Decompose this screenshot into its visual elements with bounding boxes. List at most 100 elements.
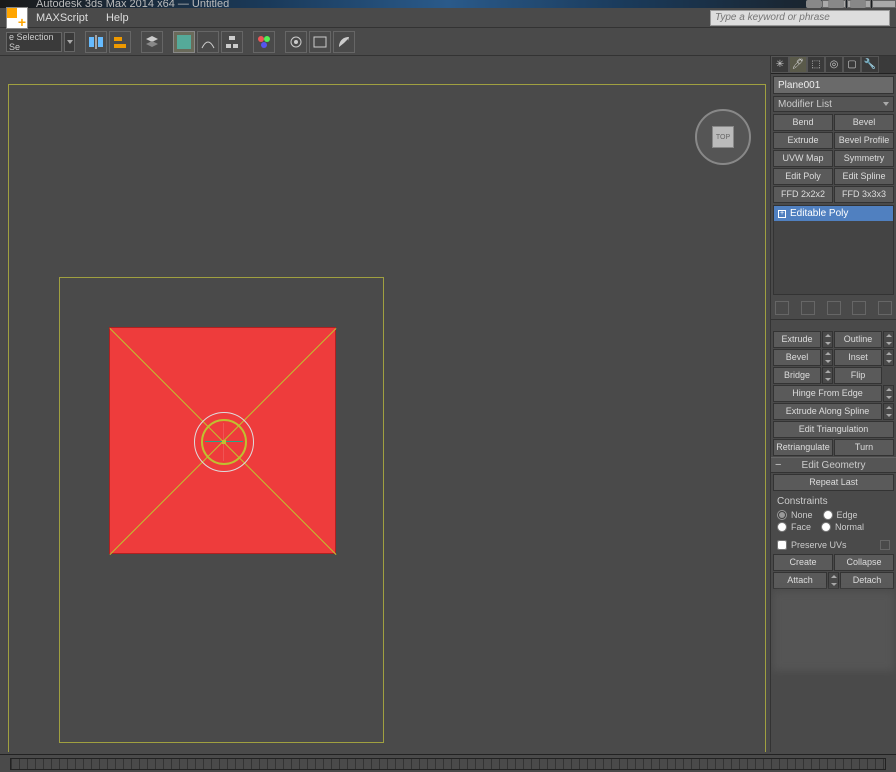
schematic-view-icon[interactable] (221, 31, 243, 53)
poly-row-2: Bevel Inset (773, 349, 894, 366)
modifier-uvwmap-button[interactable]: UVW Map (773, 150, 833, 167)
hierarchy-tab-icon[interactable]: ⬚ (807, 56, 825, 73)
layers-icon[interactable] (141, 31, 163, 53)
create-tab-icon[interactable]: ✳ (771, 56, 789, 73)
poly-row-3: Bridge Flip (773, 367, 894, 384)
modifier-ffd3-button[interactable]: FFD 3x3x3 (834, 186, 894, 203)
rollout-toggle-icon[interactable]: − (775, 459, 781, 471)
close-button[interactable] (872, 0, 896, 8)
render-setup-icon[interactable] (285, 31, 307, 53)
selection-set-dropdown[interactable] (64, 32, 75, 52)
modifier-stack-editablepoly[interactable]: + Editable Poly (774, 206, 893, 221)
modifier-editspline-button[interactable]: Edit Spline (834, 168, 894, 185)
bevel-settings-icon[interactable] (822, 349, 833, 366)
attach-button[interactable]: Attach (773, 572, 827, 589)
remove-modifier-icon[interactable] (852, 301, 866, 315)
stack-item-label: Editable Poly (790, 208, 848, 219)
modifier-bend-button[interactable]: Bend (773, 114, 833, 131)
viewcube[interactable]: TOP (695, 109, 751, 165)
modifier-bevelprofile-button[interactable]: Bevel Profile (834, 132, 894, 149)
viewport-top[interactable]: TOP (8, 84, 766, 752)
repeat-last-button[interactable]: Repeat Last (773, 474, 894, 491)
bevel-button[interactable]: Bevel (773, 349, 821, 366)
modifier-stack-tools (771, 297, 896, 320)
turn-button[interactable]: Turn (834, 439, 894, 456)
constraint-normal-radio[interactable]: Normal (821, 521, 864, 533)
constraint-edge-radio[interactable]: Edge (823, 509, 858, 521)
modifier-symmetry-button[interactable]: Symmetry (834, 150, 894, 167)
retriangulate-button[interactable]: Retriangulate (773, 439, 833, 456)
modifier-editpoly-button[interactable]: Edit Poly (773, 168, 833, 185)
bridge-button[interactable]: Bridge (773, 367, 821, 384)
search-input[interactable] (710, 10, 890, 26)
timeline-ruler[interactable] (10, 758, 886, 770)
title-icons (806, 0, 866, 8)
preserve-uvs-checkbox[interactable]: Preserve UVs (777, 539, 890, 551)
pin-stack-icon[interactable] (775, 301, 789, 315)
creategeo-row: Create Collapse (773, 554, 894, 571)
selection-set-combo[interactable]: e Selection Se (6, 32, 62, 52)
utilities-tab-icon[interactable]: 🔧 (861, 56, 879, 73)
inset-button[interactable]: Inset (834, 349, 882, 366)
hinge-from-edge-button[interactable]: Hinge From Edge (773, 385, 882, 402)
modifier-extrude-button[interactable]: Extrude (773, 132, 833, 149)
attach-list-icon[interactable] (828, 572, 839, 589)
create-button[interactable]: Create (773, 554, 833, 571)
modifier-buttons-grid: Bend Bevel Extrude Bevel Profile UVW Map… (773, 114, 894, 203)
hinge-settings-icon[interactable] (883, 385, 894, 402)
menu-bar: MAXScript Help (0, 8, 896, 28)
modifier-list-dropdown[interactable]: Modifier List (773, 96, 894, 112)
constraint-none-radio[interactable]: None (777, 509, 813, 521)
graphite-ribbon-icon[interactable] (173, 31, 195, 53)
mirror-icon[interactable] (85, 31, 107, 53)
icon-signin[interactable] (850, 0, 866, 8)
rendered-frame-icon[interactable] (309, 31, 331, 53)
viewport-container: TOP (0, 56, 770, 752)
stack-expand-icon[interactable]: + (778, 210, 786, 218)
attach-row: Attach Detach (773, 572, 894, 589)
curve-editor-icon[interactable] (197, 31, 219, 53)
configure-sets-icon[interactable] (878, 301, 892, 315)
rotate-gizmo-center[interactable] (222, 440, 226, 444)
edit-triangulation-button[interactable]: Edit Triangulation (773, 421, 894, 438)
extrude-along-spline-button[interactable]: Extrude Along Spline (773, 403, 882, 420)
extrude-spline-settings-icon[interactable] (883, 403, 894, 420)
inset-settings-icon[interactable] (883, 349, 894, 366)
collapse-button[interactable]: Collapse (834, 554, 894, 571)
motion-tab-icon[interactable]: ◎ (825, 56, 843, 73)
flip-button[interactable]: Flip (834, 367, 882, 384)
render-production-icon[interactable] (333, 31, 355, 53)
display-tab-icon[interactable]: ▢ (843, 56, 861, 73)
show-end-result-icon[interactable] (801, 301, 815, 315)
extrude-button[interactable]: Extrude (773, 331, 821, 348)
title-bar: Autodesk 3ds Max 2014 x64 — Untitled (0, 0, 896, 8)
detach-button[interactable]: Detach (840, 572, 894, 589)
object-name-input[interactable]: Plane001 (773, 76, 894, 94)
obscured-panel-area (773, 591, 894, 671)
menu-help[interactable]: Help (106, 12, 129, 24)
command-panel: ✳ 🖊 ⬚ ◎ ▢ 🔧 Plane001 Modifier List Bend … (770, 56, 896, 752)
extrude-settings-icon[interactable] (822, 331, 833, 348)
icon-subscription[interactable] (806, 0, 822, 8)
menu-maxscript[interactable]: MAXScript (36, 12, 88, 24)
edit-geometry-label: Edit Geometry (802, 460, 866, 471)
make-unique-icon[interactable] (827, 301, 841, 315)
outline-settings-icon[interactable] (883, 331, 894, 348)
viewcube-face[interactable]: TOP (712, 126, 734, 148)
modifier-bevel-button[interactable]: Bevel (834, 114, 894, 131)
modify-tab-icon[interactable]: 🖊 (789, 56, 807, 73)
modifier-stack[interactable]: + Editable Poly (773, 205, 894, 295)
poly-row-6: Retriangulate Turn (773, 439, 894, 456)
preserve-uvs-settings-icon[interactable] (880, 540, 890, 550)
outline-button[interactable]: Outline (834, 331, 882, 348)
align-icon[interactable] (109, 31, 131, 53)
timeline (0, 754, 896, 772)
app-icon[interactable] (6, 7, 28, 29)
command-panel-tabs: ✳ 🖊 ⬚ ◎ ▢ 🔧 (771, 56, 896, 74)
edit-geometry-header[interactable]: − Edit Geometry (771, 457, 896, 473)
modifier-ffd2-button[interactable]: FFD 2x2x2 (773, 186, 833, 203)
material-editor-icon[interactable] (253, 31, 275, 53)
bridge-settings-icon[interactable] (822, 367, 833, 384)
constraint-face-radio[interactable]: Face (777, 521, 811, 533)
icon-exchange[interactable] (828, 0, 844, 8)
